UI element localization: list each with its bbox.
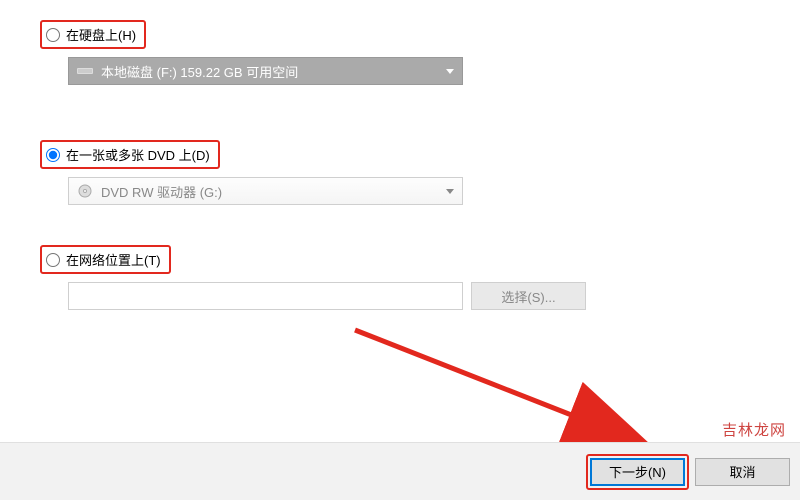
cancel-button-label: 取消 bbox=[729, 462, 755, 481]
disc-icon bbox=[77, 185, 93, 197]
dropdown-hdd[interactable]: 本地磁盘 (F:) 159.22 GB 可用空间 bbox=[68, 57, 463, 85]
highlight-dvd: 在一张或多张 DVD 上(D) bbox=[40, 140, 220, 169]
network-path-input[interactable] bbox=[68, 282, 463, 310]
highlight-network: 在网络位置上(T) bbox=[40, 245, 171, 274]
cancel-button[interactable]: 取消 bbox=[695, 458, 790, 486]
highlight-next: 下一步(N) bbox=[586, 454, 689, 490]
browse-button[interactable]: 选择(S)... bbox=[471, 282, 586, 310]
browse-button-label: 选择(S)... bbox=[501, 287, 555, 306]
next-button-label: 下一步(N) bbox=[609, 462, 666, 481]
drive-icon bbox=[77, 65, 93, 77]
radio-dvd-label: 在一张或多张 DVD 上(D) bbox=[66, 145, 210, 164]
watermark: 吉林龙网 bbox=[722, 419, 786, 440]
next-button[interactable]: 下一步(N) bbox=[590, 458, 685, 486]
radio-network[interactable] bbox=[46, 253, 60, 267]
radio-hdd[interactable] bbox=[46, 28, 60, 42]
radio-hdd-label: 在硬盘上(H) bbox=[66, 25, 136, 44]
footer: 下一步(N) 取消 bbox=[0, 442, 800, 500]
chevron-down-icon bbox=[446, 189, 454, 194]
option-dvd-group: 在一张或多张 DVD 上(D) DVD RW 驱动器 (G:) bbox=[40, 140, 760, 205]
option-hdd-group: 在硬盘上(H) 本地磁盘 (F:) 159.22 GB 可用空间 bbox=[40, 20, 760, 85]
dropdown-hdd-text: 本地磁盘 (F:) 159.22 GB 可用空间 bbox=[101, 62, 446, 81]
option-network-group: 在网络位置上(T) 选择(S)... bbox=[40, 245, 760, 310]
radio-network-label: 在网络位置上(T) bbox=[66, 250, 161, 269]
dropdown-dvd-text: DVD RW 驱动器 (G:) bbox=[101, 182, 446, 201]
chevron-down-icon bbox=[446, 69, 454, 74]
dropdown-dvd[interactable]: DVD RW 驱动器 (G:) bbox=[68, 177, 463, 205]
radio-dvd[interactable] bbox=[46, 148, 60, 162]
highlight-hdd: 在硬盘上(H) bbox=[40, 20, 146, 49]
